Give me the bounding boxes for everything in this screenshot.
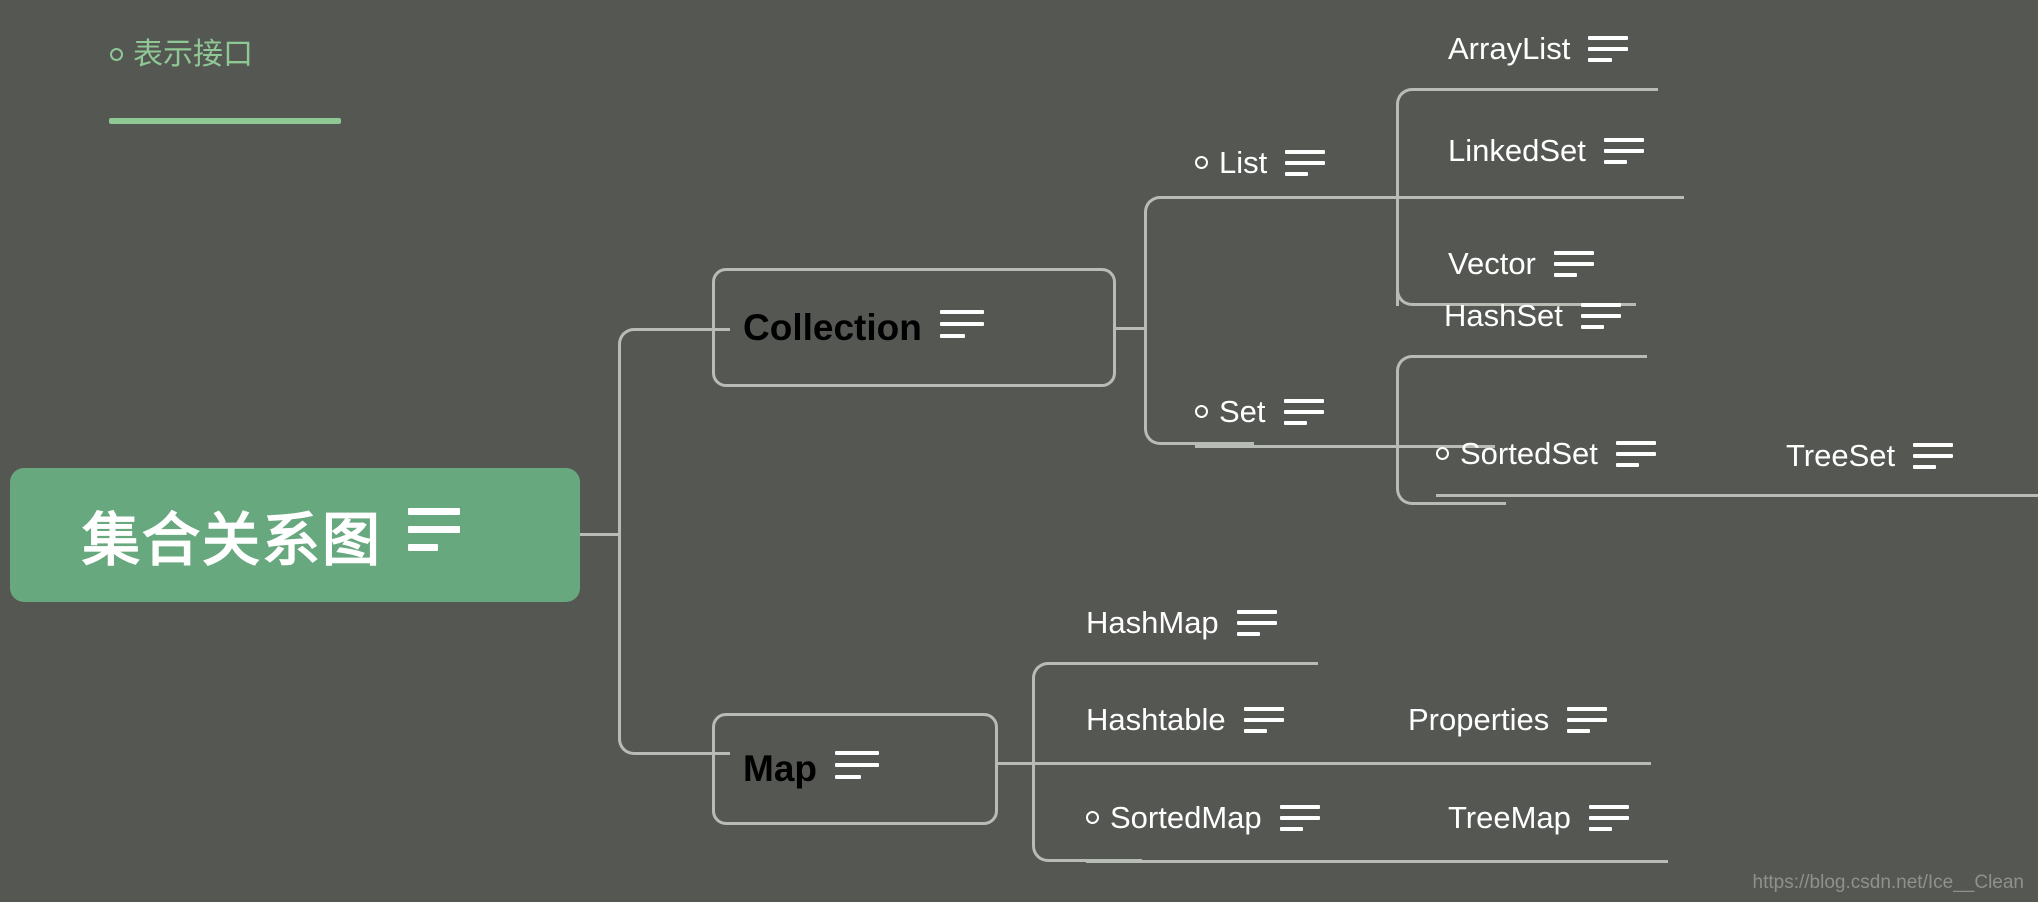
note-lines-icon[interactable] <box>1236 609 1277 636</box>
node-label: Map <box>743 748 817 789</box>
node-hashtable[interactable]: Hashtable <box>1086 704 1284 735</box>
connector-map-stub <box>998 762 1034 765</box>
interface-ring-icon <box>1195 156 1208 169</box>
mindmap-canvas: 表示接口 Collection List ArrayList LinkedSet <box>0 0 2038 902</box>
connector-sortedset-to-treeset <box>1746 494 2038 497</box>
note-lines-icon[interactable] <box>1615 440 1656 467</box>
node-sortedmap-underline <box>1086 860 1404 863</box>
node-list[interactable]: List <box>1195 145 1326 180</box>
node-label: SortedSet <box>1460 436 1598 471</box>
node-label: Set <box>1219 394 1266 429</box>
node-treemap[interactable]: TreeMap <box>1448 802 1629 833</box>
node-hashmap[interactable]: HashMap <box>1086 607 1277 638</box>
node-label: List <box>1219 145 1268 180</box>
note-lines-icon[interactable] <box>408 508 461 562</box>
node-sortedset[interactable]: SortedSet <box>1436 438 1656 469</box>
node-label: Hashtable <box>1086 702 1226 737</box>
node-sortedmap[interactable]: SortedMap <box>1086 802 1320 833</box>
connector-collection-stub <box>1116 327 1146 330</box>
legend-label: 表示接口 <box>133 38 253 71</box>
note-lines-icon[interactable] <box>1243 706 1284 733</box>
interface-ring-icon <box>1195 405 1208 418</box>
node-collection[interactable]: Collection <box>712 268 1116 387</box>
node-label: TreeSet <box>1786 438 1896 473</box>
note-lines-icon[interactable] <box>835 751 879 787</box>
node-arraylist-underline <box>1448 88 1658 91</box>
node-label: LinkedSet <box>1448 133 1586 168</box>
node-vector[interactable]: Vector <box>1448 248 1594 279</box>
node-arraylist[interactable]: ArrayList <box>1448 31 1629 66</box>
node-label: Collection <box>743 306 922 348</box>
node-label: ArrayList <box>1448 31 1571 66</box>
interface-ring-icon <box>110 48 123 61</box>
connector-set-to-hashset <box>1396 355 1506 447</box>
watermark: https://blog.csdn.net/Ice__Clean <box>1752 872 2024 893</box>
node-label: SortedMap <box>1110 800 1262 835</box>
interface-ring-icon <box>1086 811 1099 824</box>
note-lines-icon[interactable] <box>1553 250 1594 277</box>
node-label: Properties <box>1408 702 1550 737</box>
note-lines-icon[interactable] <box>1279 804 1320 831</box>
node-label: HashMap <box>1086 605 1219 640</box>
legend: 表示接口 <box>110 40 253 70</box>
node-root[interactable]: 集合关系图 <box>10 468 580 602</box>
note-lines-icon[interactable] <box>1588 35 1629 62</box>
note-lines-icon[interactable] <box>1580 302 1621 329</box>
note-lines-icon[interactable] <box>1283 398 1324 425</box>
note-lines-icon[interactable] <box>1285 149 1326 176</box>
node-linkedset[interactable]: LinkedSet <box>1448 135 1644 166</box>
note-lines-icon[interactable] <box>1588 804 1629 831</box>
node-linkedset-underline <box>1448 196 1684 199</box>
node-hashmap-underline <box>1086 662 1318 665</box>
node-label: 集合关系图 <box>82 508 383 573</box>
node-hashset[interactable]: HashSet <box>1444 300 1621 331</box>
note-lines-icon[interactable] <box>1913 442 1954 469</box>
node-map[interactable]: Map <box>712 713 998 825</box>
node-label: Vector <box>1448 246 1536 281</box>
note-lines-icon[interactable] <box>1567 706 1608 733</box>
node-sortedset-underline <box>1436 494 1746 497</box>
connector-hashtable-to-properties <box>1403 762 1651 765</box>
connector-root-stub <box>580 533 620 536</box>
node-set[interactable]: Set <box>1195 396 1324 427</box>
connector-sortedmap-to-treemap <box>1404 860 1668 863</box>
connector-collection-to-list <box>1144 196 1254 329</box>
node-properties[interactable]: Properties <box>1408 702 1608 737</box>
node-hashset-underline <box>1444 355 1647 358</box>
note-lines-icon[interactable] <box>939 309 984 346</box>
legend-underline <box>109 118 341 124</box>
node-treeset[interactable]: TreeSet <box>1786 438 1954 473</box>
node-label: TreeMap <box>1448 800 1571 835</box>
interface-ring-icon <box>1436 447 1449 460</box>
node-hashtable-underline <box>1086 762 1403 765</box>
node-label: HashSet <box>1444 298 1563 333</box>
note-lines-icon[interactable] <box>1603 137 1644 164</box>
